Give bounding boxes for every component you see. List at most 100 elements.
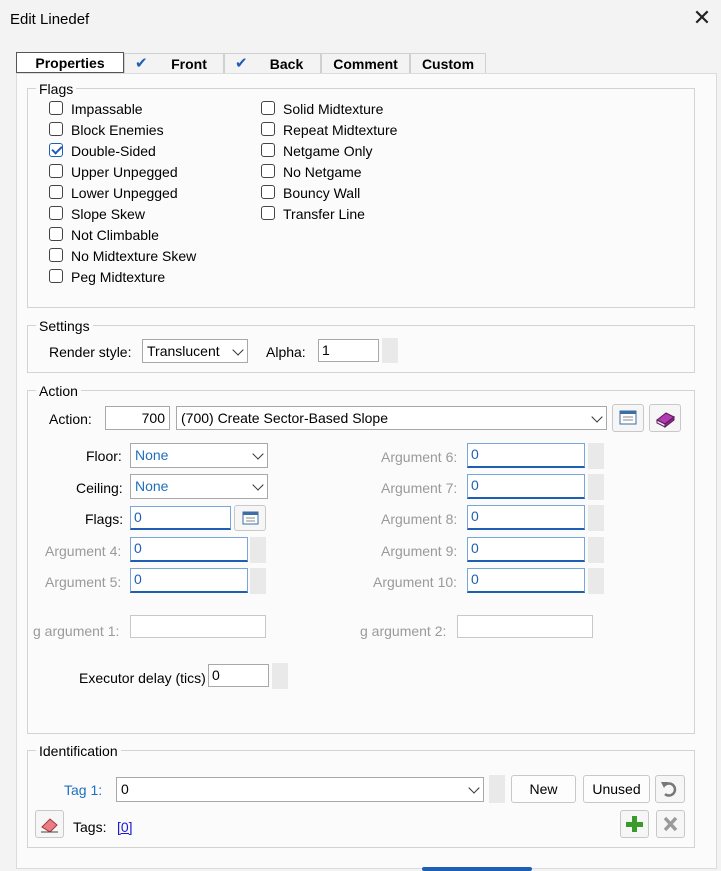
flag-label: Double-Sided <box>71 143 156 159</box>
action-select[interactable]: (700) Create Sector-Based Slope <box>176 406 607 430</box>
tab-custom[interactable]: Custom <box>410 53 486 73</box>
checkbox[interactable] <box>49 164 63 178</box>
checkbox-checked[interactable] <box>49 143 63 157</box>
tab-properties[interactable]: Properties <box>16 52 124 73</box>
arg8-spinner[interactable] <box>588 505 604 531</box>
arg5-input[interactable]: 0 <box>130 568 248 593</box>
action-help-button[interactable] <box>649 404 681 432</box>
flag-label: Not Climbable <box>71 227 159 243</box>
ceiling-value: None <box>135 478 169 494</box>
checkbox[interactable] <box>261 122 275 136</box>
tags-label: Tags: <box>73 819 107 835</box>
checkbox[interactable] <box>49 248 63 262</box>
floor-value: None <box>135 447 169 463</box>
alpha-label: Alpha: <box>266 344 306 360</box>
checkbox[interactable] <box>49 227 63 241</box>
flags-label: Flags: <box>85 511 124 527</box>
clear-tags-button[interactable] <box>35 810 64 838</box>
ceiling-label: Ceiling: <box>76 480 123 496</box>
checkbox[interactable] <box>261 164 275 178</box>
action-label: Action: <box>49 411 92 427</box>
flag-label: No Midtexture Skew <box>71 248 197 264</box>
tab-comment[interactable]: Comment <box>321 53 410 73</box>
chevron-down-icon <box>232 344 244 356</box>
string-arg2-input[interactable] <box>457 615 593 638</box>
add-tag-button[interactable] <box>620 810 649 838</box>
arg8-label: Argument 8: <box>381 511 458 527</box>
alpha-spinner[interactable] <box>382 338 398 363</box>
executor-delay-spinner[interactable] <box>272 663 288 689</box>
checkmark-icon: ✔ <box>235 55 248 72</box>
checkbox[interactable] <box>49 206 63 220</box>
action-title: Action <box>36 383 81 399</box>
arg4-spinner[interactable] <box>250 537 266 563</box>
arg7-spinner[interactable] <box>588 474 604 500</box>
arg9-spinner[interactable] <box>588 537 604 563</box>
floor-label: Floor: <box>86 448 122 464</box>
executor-delay-input[interactable]: 0 <box>208 664 269 687</box>
chevron-down-icon <box>252 448 264 460</box>
render-style-label: Render style: <box>49 344 132 360</box>
tags-link[interactable]: [0] <box>117 819 133 835</box>
flags-title: Flags <box>36 81 77 97</box>
arg6-label: Argument 6: <box>381 449 458 465</box>
flags-browse-button[interactable] <box>234 505 266 531</box>
string-arg1-input[interactable] <box>130 615 266 638</box>
close-icon[interactable]: ✕ <box>690 6 714 30</box>
checkbox[interactable] <box>261 185 275 199</box>
checkbox[interactable] <box>261 206 275 220</box>
list-window-icon <box>619 410 637 425</box>
arg10-label: Argument 10: <box>373 574 458 590</box>
arg10-spinner[interactable] <box>588 568 604 594</box>
tab-back[interactable]: ✔ Back <box>224 53 321 73</box>
executor-delay-label: Executor delay (tics) <box>79 670 206 686</box>
arg6-input[interactable]: 0 <box>467 443 585 468</box>
settings-title: Settings <box>36 318 93 334</box>
book-icon <box>656 412 675 429</box>
ceiling-select[interactable]: None <box>130 474 268 499</box>
undo-button[interactable] <box>655 775 685 803</box>
flag-label: Impassable <box>71 101 143 117</box>
arg5-spinner[interactable] <box>250 568 266 594</box>
tag-select[interactable]: 0 <box>116 777 484 802</box>
arg10-input[interactable]: 0 <box>467 568 585 593</box>
action-browser-button[interactable] <box>612 404 644 432</box>
checkbox[interactable] <box>49 269 63 283</box>
flag-label: Netgame Only <box>283 143 373 159</box>
checkbox[interactable] <box>49 101 63 115</box>
arg6-spinner[interactable] <box>588 443 604 469</box>
arg9-input[interactable]: 0 <box>467 537 585 562</box>
arg9-label: Argument 9: <box>381 543 458 559</box>
tab-properties-label: Properties <box>35 55 105 71</box>
render-style-value: Translucent <box>147 343 220 359</box>
checkbox[interactable] <box>49 122 63 136</box>
render-style-select[interactable]: Translucent <box>142 339 248 363</box>
new-tag-button[interactable]: New <box>511 775 576 803</box>
arg5-label: Argument 5: <box>45 574 122 590</box>
tab-custom-label: Custom <box>421 56 475 72</box>
tag-spinner[interactable] <box>489 775 505 803</box>
flag-label: Transfer Line <box>283 206 365 222</box>
alpha-input[interactable]: 1 <box>318 339 379 362</box>
string-arg2-label: g argument 2: <box>360 623 447 639</box>
arg7-label: Argument 7: <box>381 480 458 496</box>
focused-button-edge[interactable] <box>422 867 532 871</box>
action-number-input[interactable]: 700 <box>105 406 170 430</box>
checkbox[interactable] <box>49 185 63 199</box>
arg4-input[interactable]: 0 <box>130 537 248 562</box>
tab-front[interactable]: ✔ Front <box>124 53 224 73</box>
title-bar <box>0 0 721 38</box>
arg4-label: Argument 4: <box>45 543 122 559</box>
checkbox[interactable] <box>261 101 275 115</box>
flags-input[interactable]: 0 <box>130 506 231 530</box>
floor-select[interactable]: None <box>130 443 268 468</box>
arg8-input[interactable]: 0 <box>467 505 585 530</box>
flag-label: Slope Skew <box>71 206 145 222</box>
tag-value: 0 <box>121 781 129 797</box>
remove-tag-button[interactable] <box>656 810 685 838</box>
unused-tag-button[interactable]: Unused <box>583 775 650 803</box>
chevron-down-icon <box>591 411 603 423</box>
flag-label: Upper Unpegged <box>71 164 178 180</box>
checkbox[interactable] <box>261 143 275 157</box>
arg7-input[interactable]: 0 <box>467 474 585 499</box>
